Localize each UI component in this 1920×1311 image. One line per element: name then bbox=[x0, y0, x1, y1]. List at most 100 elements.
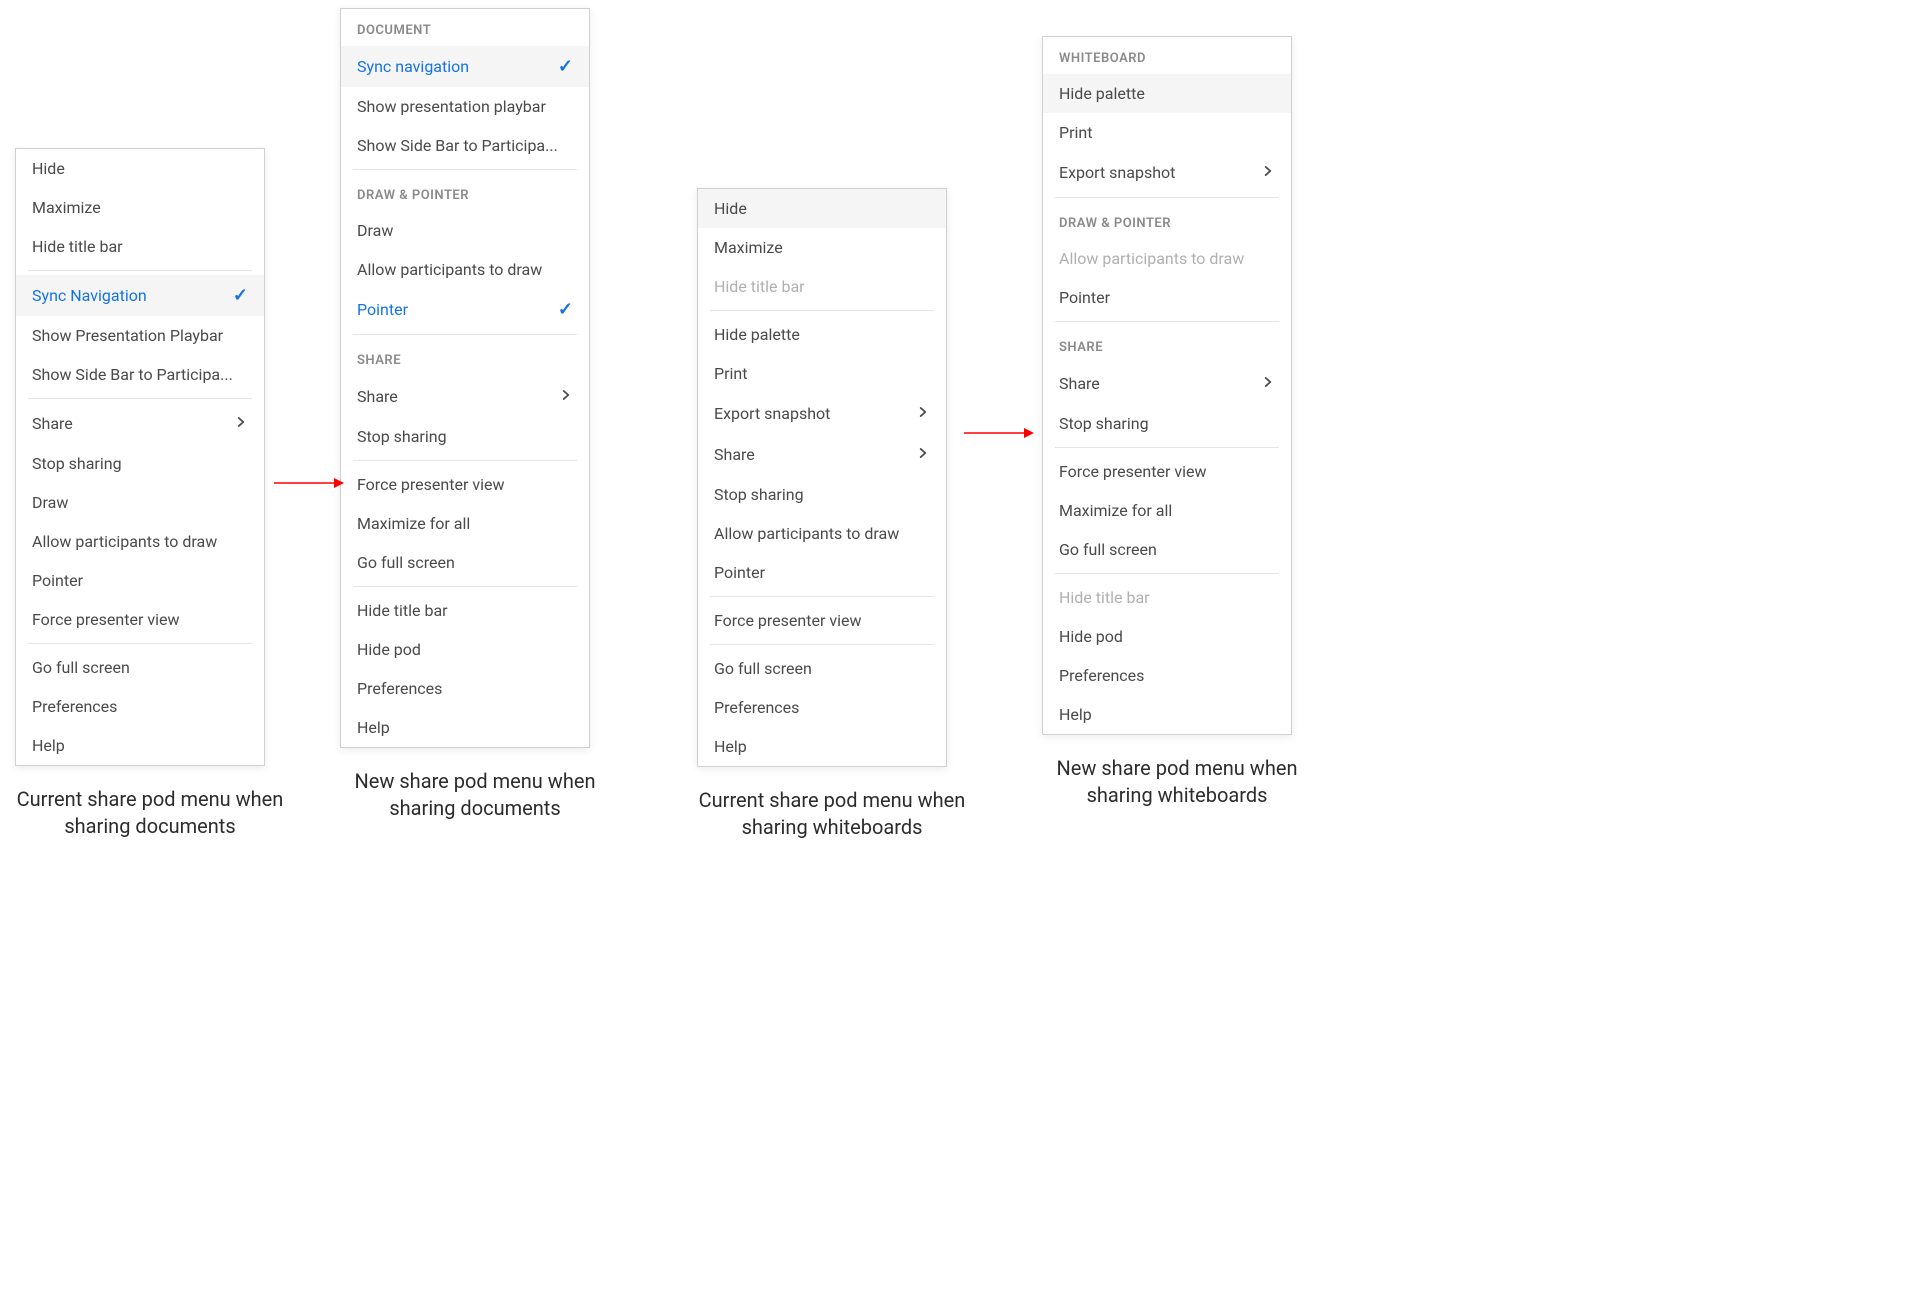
menu-item-go-full-screen[interactable]: Go full screen bbox=[1043, 530, 1291, 569]
menu-item-draw[interactable]: Draw bbox=[16, 483, 264, 522]
menu-divider bbox=[353, 334, 577, 335]
menu-item-label: Hide title bar bbox=[1059, 588, 1150, 607]
menu-item-force-presenter-view[interactable]: Force presenter view bbox=[1043, 452, 1291, 491]
menu-item-print[interactable]: Print bbox=[698, 354, 946, 393]
menu-section-header: Whiteboard bbox=[1043, 37, 1291, 74]
menu-item-share[interactable]: Share bbox=[1043, 363, 1291, 404]
menu-container-newDocs: DocumentSync navigation✓Show presentatio… bbox=[340, 8, 610, 822]
menu-item-help[interactable]: Help bbox=[16, 726, 264, 765]
menu-item-help[interactable]: Help bbox=[698, 727, 946, 766]
arrow-icon bbox=[964, 423, 1034, 443]
menu-item-preferences[interactable]: Preferences bbox=[1043, 656, 1291, 695]
menu-item-stop-sharing[interactable]: Stop sharing bbox=[341, 417, 589, 456]
menu-item-hide-title-bar[interactable]: Hide title bar bbox=[341, 591, 589, 630]
menu-item-stop-sharing[interactable]: Stop sharing bbox=[1043, 404, 1291, 443]
menu-item-pointer[interactable]: Pointer bbox=[1043, 278, 1291, 317]
menu-item-allow-participants-draw[interactable]: Allow participants to draw bbox=[16, 522, 264, 561]
menu-divider bbox=[28, 643, 252, 644]
menu-item-label: Force presenter view bbox=[1059, 462, 1206, 481]
menu-item-label: Hide bbox=[714, 199, 747, 218]
menu-item-preferences[interactable]: Preferences bbox=[16, 687, 264, 726]
menu-item-go-full-screen[interactable]: Go full screen bbox=[341, 543, 589, 582]
menu-item-force-presenter-view[interactable]: Force presenter view bbox=[698, 601, 946, 640]
menu-item-label: Maximize bbox=[32, 198, 101, 217]
menu-item-export-snapshot[interactable]: Export snapshot bbox=[698, 393, 946, 434]
menu-item-label: Export snapshot bbox=[1059, 163, 1175, 182]
menu-item-label: Share bbox=[714, 445, 755, 464]
menu-item-pointer[interactable]: Pointer✓ bbox=[341, 289, 589, 330]
menu-item-show-presentation-playbar[interactable]: Show Presentation Playbar bbox=[16, 316, 264, 355]
menu-item-hide-pod[interactable]: Hide pod bbox=[1043, 617, 1291, 656]
menu-newWb: Whiteboard Hide palette Print Export snapsh… bbox=[1042, 36, 1292, 735]
menu-item-label: Hide pod bbox=[1059, 627, 1123, 646]
menu-container-newWb: Whiteboard Hide palette Print Export snapsh… bbox=[1042, 36, 1312, 809]
menu-item-print[interactable]: Print bbox=[1043, 113, 1291, 152]
menu-item-hide-palette[interactable]: Hide palette bbox=[1043, 74, 1291, 113]
menu-item-label: Allow participants to draw bbox=[1059, 249, 1244, 268]
menu-divider bbox=[1055, 197, 1279, 198]
menu-item-label: Allow participants to draw bbox=[357, 260, 542, 279]
menu-item-export-snapshot[interactable]: Export snapshot bbox=[1043, 152, 1291, 193]
menu-item-share[interactable]: Share bbox=[341, 376, 589, 417]
menu-item-hide[interactable]: Hide bbox=[16, 149, 264, 188]
menu-item-label: Print bbox=[1059, 123, 1092, 142]
menu-item-help[interactable]: Help bbox=[341, 708, 589, 747]
menu-section-header: Document bbox=[341, 9, 589, 46]
menu-item-allow-participants-draw: Allow participants to draw bbox=[1043, 239, 1291, 278]
menu-item-force-presenter-view[interactable]: Force presenter view bbox=[341, 465, 589, 504]
menu-item-sync-navigation[interactable]: Sync Navigation✓ bbox=[16, 275, 264, 316]
menu-item-label: Hide title bar bbox=[357, 601, 448, 620]
menu-divider bbox=[353, 460, 577, 461]
menu-item-show-side-bar[interactable]: Show Side Bar to Participa... bbox=[341, 126, 589, 165]
menu-item-label: Preferences bbox=[714, 698, 799, 717]
menu-item-maximize[interactable]: Maximize bbox=[16, 188, 264, 227]
menu-item-label: Stop sharing bbox=[357, 427, 447, 446]
menu-item-label: Stop sharing bbox=[714, 485, 804, 504]
menu-item-label: Pointer bbox=[1059, 288, 1110, 307]
menu-item-label: Maximize for all bbox=[357, 514, 470, 533]
menu-item-hide-title-bar[interactable]: Hide title bar bbox=[16, 227, 264, 266]
menu-caption: Current share pod menu when sharing whit… bbox=[697, 787, 967, 841]
menu-caption: Current share pod menu when sharing docu… bbox=[15, 786, 285, 840]
menu-item-label: Hide palette bbox=[1059, 84, 1145, 103]
menu-item-hide-title-bar: Hide title bar bbox=[1043, 578, 1291, 617]
menu-item-maximize[interactable]: Maximize bbox=[698, 228, 946, 267]
chevron-right-icon bbox=[559, 386, 573, 407]
menu-divider bbox=[710, 310, 934, 311]
menu-divider bbox=[1055, 321, 1279, 322]
menu-item-allow-participants-draw[interactable]: Allow participants to draw bbox=[341, 250, 589, 289]
menu-item-allow-participants-draw[interactable]: Allow participants to draw bbox=[698, 514, 946, 553]
menu-item-force-presenter-view[interactable]: Force presenter view bbox=[16, 600, 264, 639]
menu-item-label: Maximize for all bbox=[1059, 501, 1172, 520]
menu-item-pointer[interactable]: Pointer bbox=[698, 553, 946, 592]
arrow-icon bbox=[274, 473, 344, 493]
menu-item-show-presentation-playbar[interactable]: Show presentation playbar bbox=[341, 87, 589, 126]
menu-item-hide-pod[interactable]: Hide pod bbox=[341, 630, 589, 669]
menu-item-hide-palette[interactable]: Hide palette bbox=[698, 315, 946, 354]
menu-section-header: Share bbox=[341, 339, 589, 376]
menu-item-hide[interactable]: Hide bbox=[698, 189, 946, 228]
menu-item-pointer[interactable]: Pointer bbox=[16, 561, 264, 600]
menu-item-stop-sharing[interactable]: Stop sharing bbox=[16, 444, 264, 483]
menu-item-preferences[interactable]: Preferences bbox=[698, 688, 946, 727]
menu-item-preferences[interactable]: Preferences bbox=[341, 669, 589, 708]
menu-divider bbox=[28, 398, 252, 399]
menu-item-help[interactable]: Help bbox=[1043, 695, 1291, 734]
menu-item-go-full-screen[interactable]: Go full screen bbox=[16, 648, 264, 687]
menu-item-go-full-screen[interactable]: Go full screen bbox=[698, 649, 946, 688]
menu-item-label: Preferences bbox=[357, 679, 442, 698]
menu-item-maximize-for-all[interactable]: Maximize for all bbox=[341, 504, 589, 543]
menu-item-label: Hide title bar bbox=[32, 237, 123, 256]
menu-divider bbox=[710, 644, 934, 645]
menu-item-label: Draw bbox=[32, 493, 68, 512]
menu-item-label: Preferences bbox=[1059, 666, 1144, 685]
menu-divider bbox=[1055, 573, 1279, 574]
menu-item-label: Go full screen bbox=[714, 659, 812, 678]
menu-item-maximize-for-all[interactable]: Maximize for all bbox=[1043, 491, 1291, 530]
menu-item-share[interactable]: Share bbox=[698, 434, 946, 475]
menu-item-stop-sharing[interactable]: Stop sharing bbox=[698, 475, 946, 514]
menu-item-show-side-bar[interactable]: Show Side Bar to Participa... bbox=[16, 355, 264, 394]
menu-item-draw[interactable]: Draw bbox=[341, 211, 589, 250]
menu-item-share[interactable]: Share bbox=[16, 403, 264, 444]
menu-item-sync-navigation[interactable]: Sync navigation✓ bbox=[341, 46, 589, 87]
